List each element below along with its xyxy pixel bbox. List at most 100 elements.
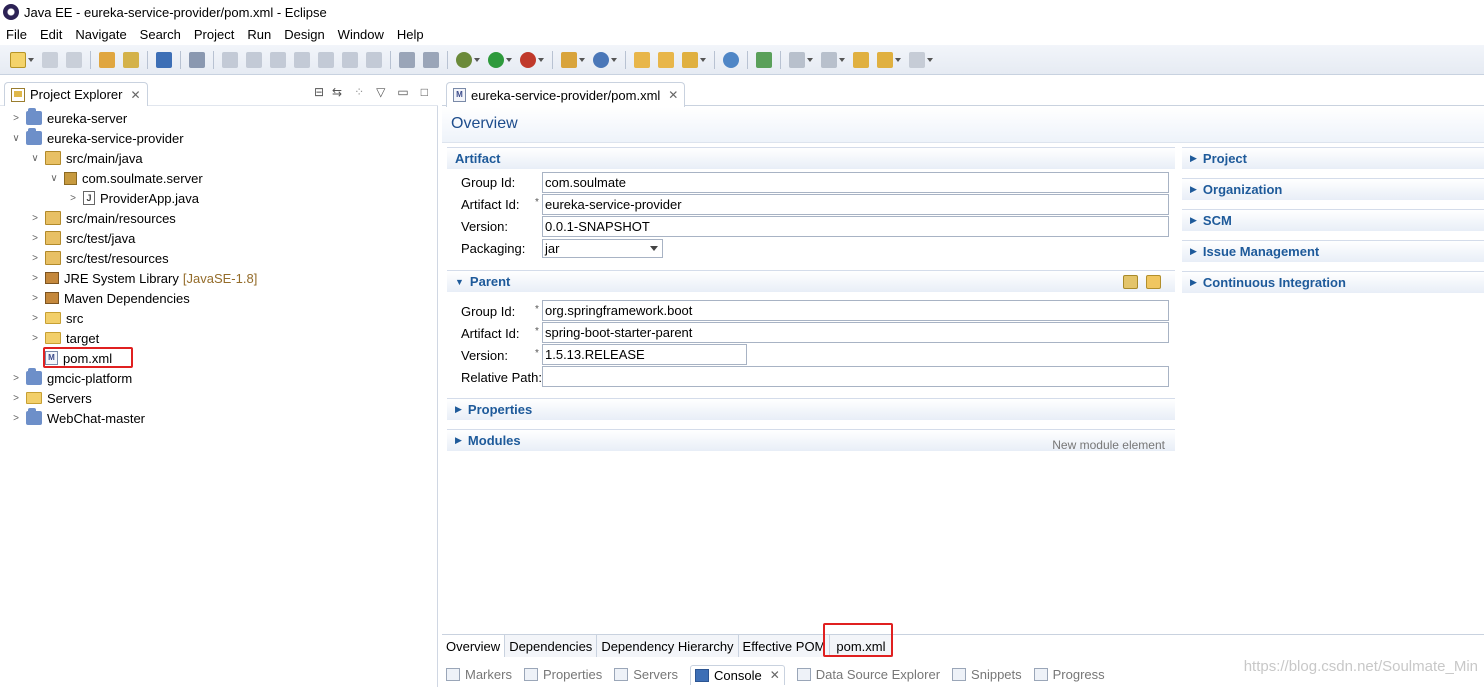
suspend-icon[interactable] [246, 51, 262, 68]
run-icon[interactable] [488, 51, 504, 68]
menu-navigate[interactable]: Navigate [75, 27, 126, 42]
chevron-right-icon[interactable]: > [29, 273, 41, 284]
group-id-field[interactable]: com.soulmate [542, 172, 1169, 193]
terminate-icon[interactable] [270, 51, 286, 68]
issue-management-section-header[interactable]: ▶ Issue Management [1182, 240, 1484, 262]
open-folder-icon[interactable] [634, 51, 650, 68]
properties-section-header[interactable]: ▶ Properties [447, 398, 1175, 420]
tree-item-jre-library[interactable]: > JRE System Library [JavaSE-1.8] [29, 268, 257, 288]
refresh-icon[interactable] [756, 51, 772, 68]
console-icon[interactable] [156, 51, 172, 68]
step-over-icon[interactable] [342, 51, 358, 68]
tab-overview[interactable]: Overview [442, 635, 506, 657]
tree-item-package[interactable]: ∨ com.soulmate.server [48, 168, 202, 188]
chevron-right-icon[interactable]: > [10, 113, 22, 124]
menu-help[interactable]: Help [397, 27, 424, 42]
tree-item-eureka-service-provider[interactable]: ∨ eureka-service-provider [10, 128, 184, 148]
link-with-editor-icon[interactable]: ⇆ [332, 85, 342, 99]
chevron-down-icon[interactable]: ∨ [10, 133, 22, 144]
modules-section-header[interactable]: ▶ Modules New module element [447, 429, 1175, 452]
tab-properties[interactable]: Properties [523, 667, 602, 682]
pencil-icon[interactable] [682, 51, 698, 68]
menu-file[interactable]: File [6, 27, 27, 42]
chevron-right-icon[interactable]: > [29, 313, 41, 324]
next-annotation-icon[interactable] [821, 51, 837, 68]
tree-item-eureka-server[interactable]: > eureka-server [10, 108, 127, 128]
artifact-id-field[interactable]: eureka-service-provider [542, 194, 1169, 215]
chevron-down-icon[interactable]: ∨ [29, 153, 41, 164]
maximize-icon[interactable]: □ [421, 85, 428, 99]
chevron-down-icon[interactable]: ∨ [48, 173, 60, 184]
menu-run[interactable]: Run [247, 27, 271, 42]
chevron-right-icon[interactable]: > [29, 293, 41, 304]
parent-version-field[interactable]: 1.5.13.RELEASE [542, 344, 747, 365]
scm-section-header[interactable]: ▶ SCM [1182, 209, 1484, 231]
new-java-class-icon[interactable] [593, 51, 609, 68]
chevron-right-icon[interactable]: > [10, 413, 22, 424]
tab-pom-editor[interactable]: M eureka-service-provider/pom.xml ✕ [446, 82, 686, 107]
disconnect-icon[interactable] [294, 51, 310, 68]
menu-edit[interactable]: Edit [40, 27, 62, 42]
menu-window[interactable]: Window [338, 27, 384, 42]
tree-item-src-main-resources[interactable]: > src/main/resources [29, 208, 176, 228]
globe-icon[interactable] [723, 51, 739, 68]
relative-path-field[interactable] [542, 366, 1169, 387]
save-all-icon[interactable] [66, 51, 82, 68]
step-into-icon[interactable] [318, 51, 334, 68]
menu-search[interactable]: Search [140, 27, 181, 42]
parent-section-header[interactable]: ▼ Parent [447, 270, 1175, 292]
close-icon[interactable]: ✕ [770, 668, 780, 682]
collapse-all-icon[interactable]: ⊟ [314, 85, 324, 99]
menu-project[interactable]: Project [194, 27, 234, 42]
tree-item-target[interactable]: > target [29, 328, 99, 348]
back-icon[interactable] [877, 51, 893, 68]
tree-item-gmcic-platform[interactable]: > gmcic-platform [10, 368, 132, 388]
tree-item-src-main-java[interactable]: ∨ src/main/java [29, 148, 142, 168]
open-task-icon[interactable] [123, 51, 139, 68]
select-working-set-icon[interactable]: ⁘ [354, 85, 364, 99]
tab-progress[interactable]: Progress [1033, 667, 1105, 682]
view-menu-icon[interactable]: ▽ [376, 85, 385, 99]
tree-item-webchat-master[interactable]: > WebChat-master [10, 408, 145, 428]
step-return-icon[interactable] [366, 51, 382, 68]
tab-snippets[interactable]: Snippets [952, 667, 1022, 682]
open-file-icon[interactable] [658, 51, 674, 68]
minimize-icon[interactable]: ▭ [397, 85, 408, 99]
chevron-right-icon[interactable]: > [10, 373, 22, 384]
organization-section-header[interactable]: ▶ Organization [1182, 178, 1484, 200]
tree-item-maven-dependencies[interactable]: > Maven Dependencies [29, 288, 190, 308]
tab-dependency-hierarchy[interactable]: Dependency Hierarchy [597, 635, 739, 657]
project-section-header[interactable]: ▶ Project [1182, 147, 1484, 169]
annotation-icon[interactable] [789, 51, 805, 68]
open-type-icon[interactable] [99, 51, 115, 68]
chevron-right-icon[interactable]: > [29, 253, 41, 264]
chevron-right-icon[interactable]: > [10, 393, 22, 404]
artifact-section-header[interactable]: Artifact [447, 147, 1175, 169]
new-icon[interactable] [10, 51, 26, 68]
tree-item-src-test-java[interactable]: > src/test/java [29, 228, 135, 248]
save-icon[interactable] [42, 51, 58, 68]
tab-servers[interactable]: Servers [614, 667, 678, 682]
new-module-element-link[interactable]: New module element [1052, 438, 1165, 452]
new-server-icon[interactable] [561, 51, 577, 68]
tab-markers[interactable]: Markers [446, 667, 512, 682]
tab-dependencies[interactable]: Dependencies [505, 635, 598, 657]
open-parent-folder-icon[interactable] [1146, 274, 1161, 289]
resume-icon[interactable] [222, 51, 238, 68]
tab-console[interactable]: Console ✕ [690, 664, 785, 685]
tree-item-src-test-resources[interactable]: > src/test/resources [29, 248, 169, 268]
last-edit-icon[interactable] [853, 51, 869, 68]
chevron-right-icon[interactable]: > [29, 233, 41, 244]
tab-data-source-explorer[interactable]: Data Source Explorer [796, 667, 940, 682]
close-icon[interactable]: ✕ [668, 88, 678, 102]
parent-artifact-id-field[interactable]: spring-boot-starter-parent [542, 322, 1169, 343]
run-external-icon[interactable] [520, 51, 536, 68]
debug-icon[interactable] [456, 51, 472, 68]
version-field[interactable]: 0.0.1-SNAPSHOT [542, 216, 1169, 237]
tab-project-explorer[interactable]: Project Explorer ✕ [4, 82, 148, 106]
parent-group-id-field[interactable]: org.springframework.boot [542, 300, 1169, 321]
chevron-right-icon[interactable]: > [67, 193, 79, 204]
tab-effective-pom[interactable]: Effective POM [738, 635, 831, 657]
tree-item-servers[interactable]: > Servers [10, 388, 92, 408]
chevron-right-icon[interactable]: > [29, 213, 41, 224]
